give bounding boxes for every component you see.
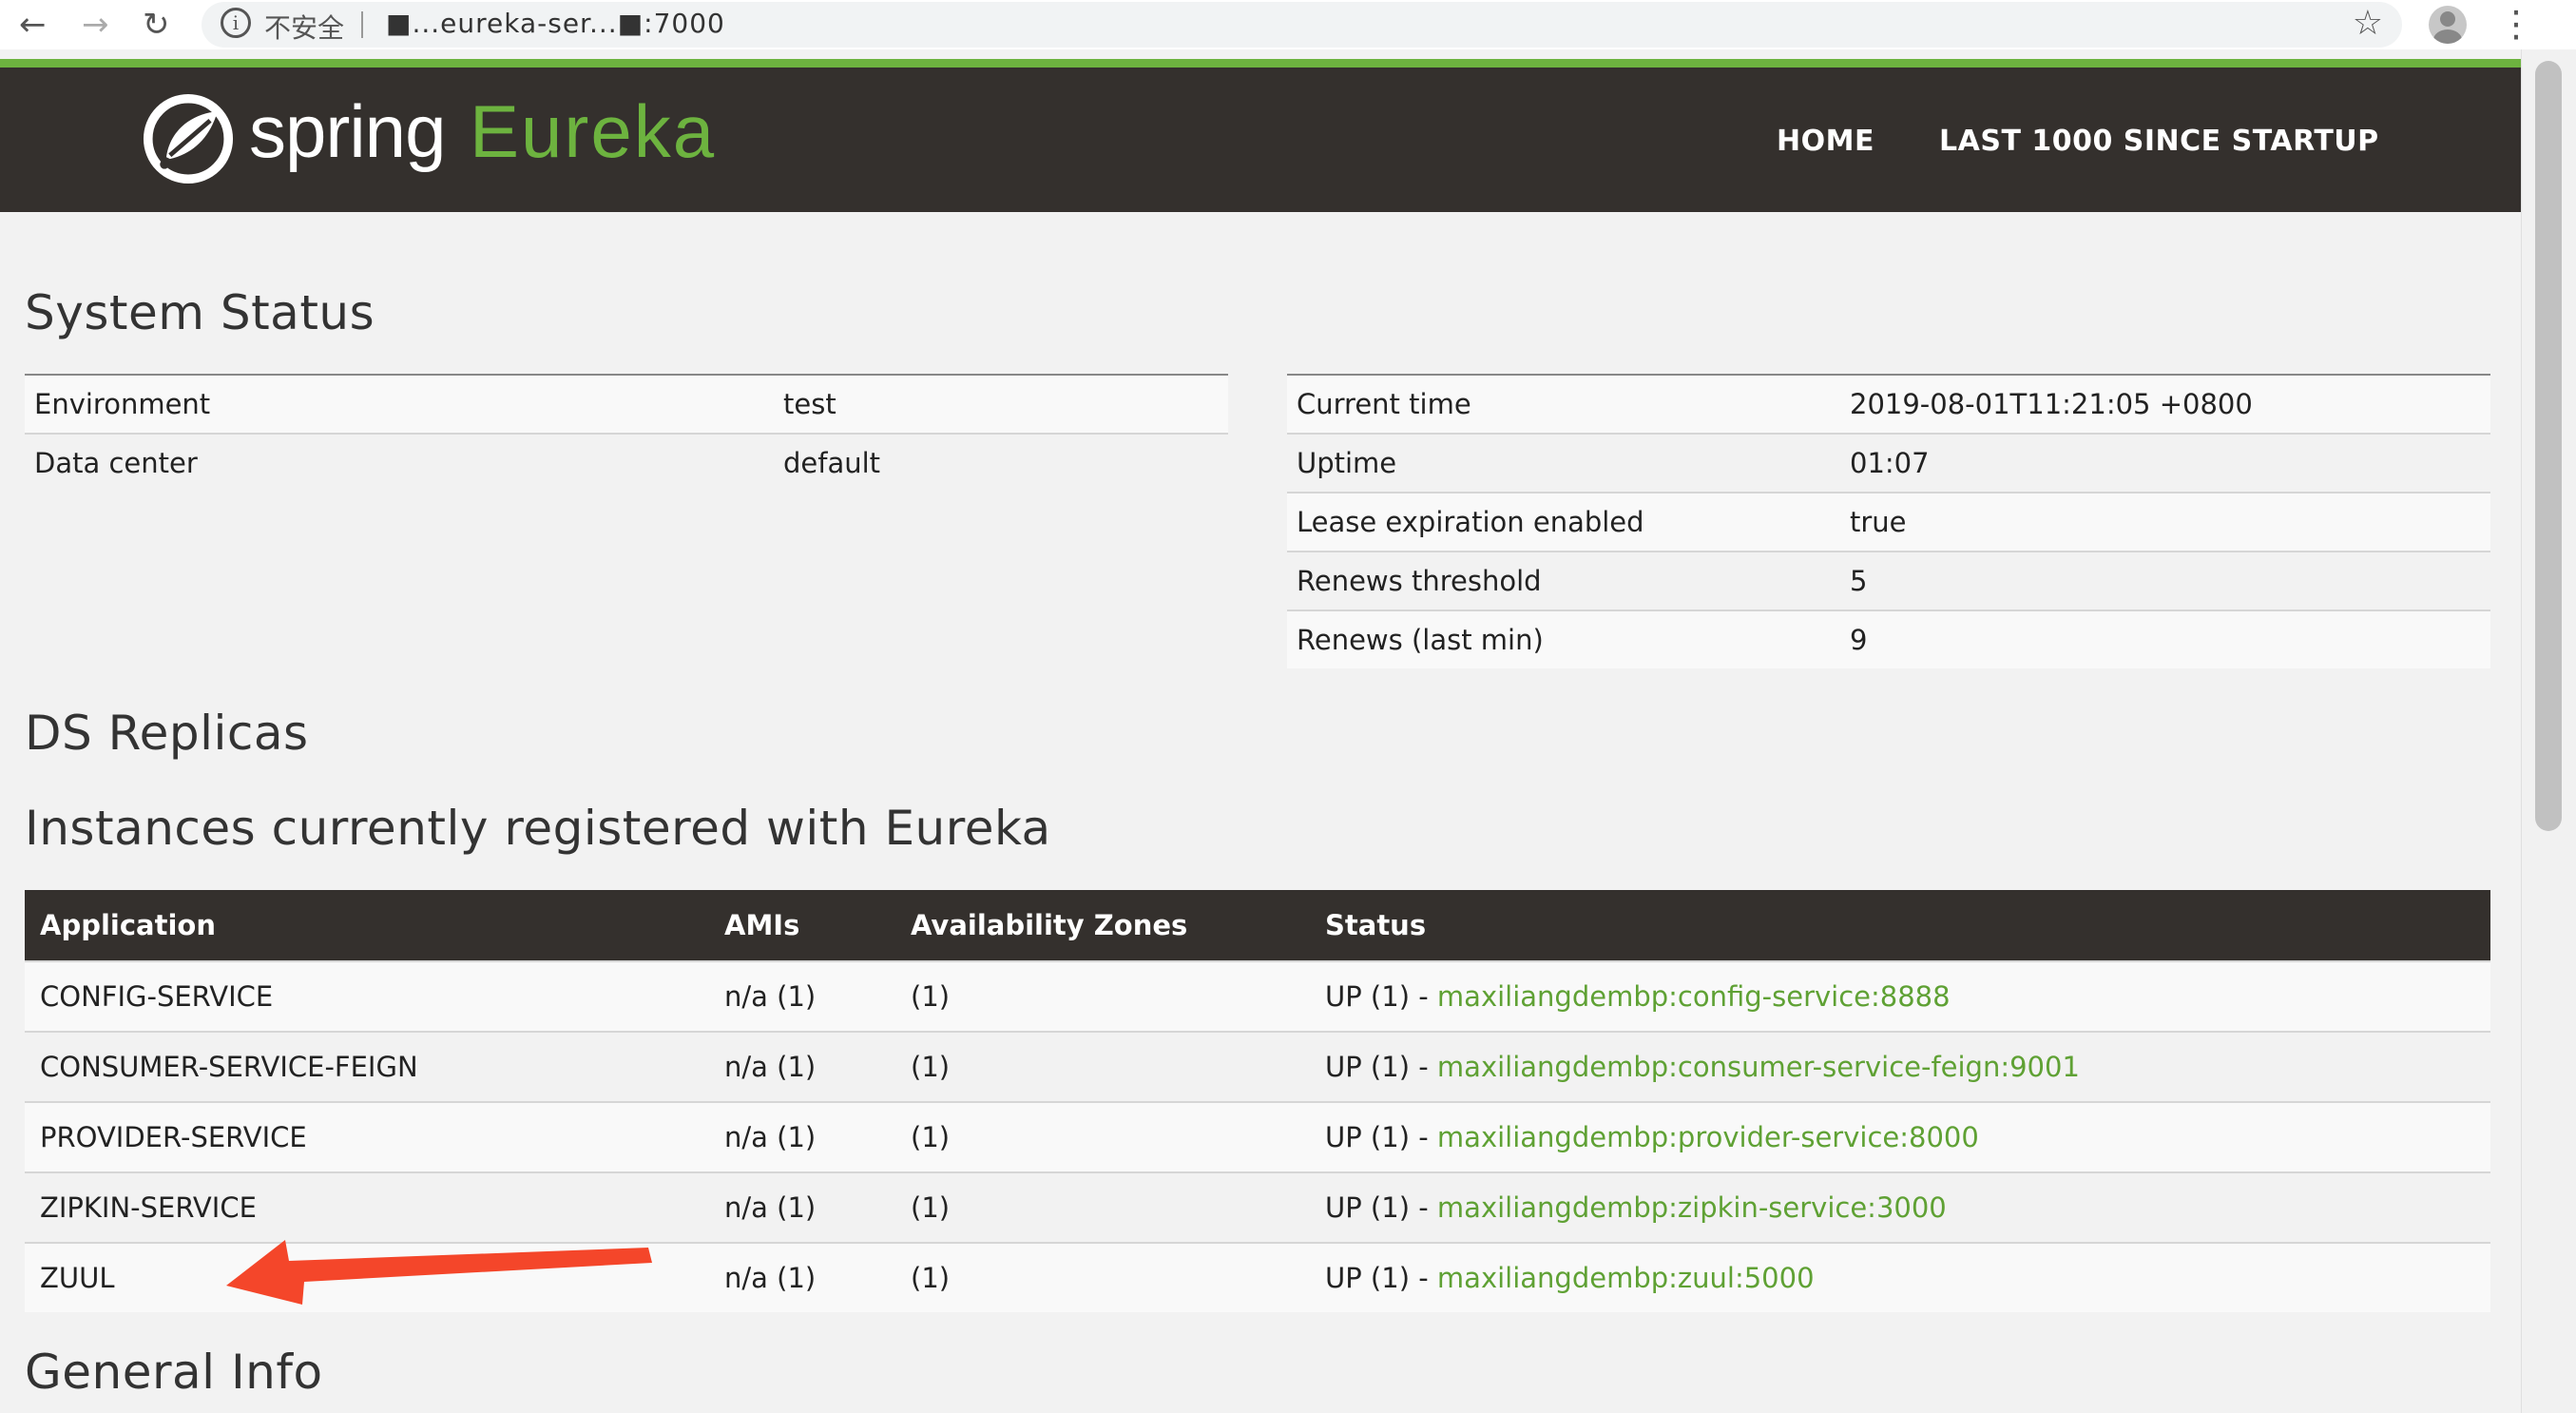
ds-replicas-title: DS Replicas xyxy=(25,706,309,761)
column-header-status: Status xyxy=(1310,890,2490,961)
status-cell: UP (1) - maxiliangdembp:provider-service… xyxy=(1310,1101,2490,1172)
status-value: true xyxy=(1840,492,2490,552)
system-status-title: System Status xyxy=(25,285,375,340)
browser-toolbar: ← → ↻ i 不安全 ■...eureka-ser...■:7000 ☆ ⋮ xyxy=(0,0,2576,49)
divider xyxy=(361,11,363,38)
reload-icon[interactable]: ↻ xyxy=(143,4,170,46)
instance-link[interactable]: maxiliangdembp:provider-service:8000 xyxy=(1437,1121,1979,1153)
profile-avatar-icon[interactable] xyxy=(2429,6,2467,44)
application-name: ZUUL xyxy=(25,1242,709,1312)
column-header-zones: Availability Zones xyxy=(895,890,1310,961)
status-key: Renews threshold xyxy=(1287,551,1840,610)
table-header-row: Application AMIs Availability Zones Stat… xyxy=(25,890,2490,961)
zones-value: (1) xyxy=(895,1171,1310,1243)
table-row: ZUUL n/a (1) (1) UP (1) - maxiliangdembp… xyxy=(25,1242,2490,1312)
instance-link[interactable]: maxiliangdembp:consumer-service-feign:90… xyxy=(1437,1051,2080,1083)
status-cell: UP (1) - maxiliangdembp:consumer-service… xyxy=(1310,1031,2490,1102)
zones-value: (1) xyxy=(895,1242,1310,1312)
back-arrow-icon[interactable]: ← xyxy=(19,4,47,46)
table-row: Uptime 01:07 xyxy=(1287,433,2490,493)
page-scrollbar[interactable] xyxy=(2521,49,2576,1413)
status-value: 2019-08-01T11:21:05 +0800 xyxy=(1840,374,2490,434)
table-row: CONSUMER-SERVICE-FEIGN n/a (1) (1) UP (1… xyxy=(25,1031,2490,1102)
status-text: UP (1) - xyxy=(1325,1262,1437,1294)
application-name: PROVIDER-SERVICE xyxy=(25,1101,709,1172)
amis-value: n/a (1) xyxy=(709,960,895,1032)
zones-value: (1) xyxy=(895,1031,1310,1102)
status-key: Environment xyxy=(25,374,774,434)
nav-home[interactable]: HOME xyxy=(1777,125,1874,158)
general-info-title: General Info xyxy=(25,1345,323,1400)
table-row: PROVIDER-SERVICE n/a (1) (1) UP (1) - ma… xyxy=(25,1101,2490,1172)
status-cell: UP (1) - maxiliangdembp:zipkin-service:3… xyxy=(1310,1171,2490,1243)
status-value: default xyxy=(774,433,1228,492)
status-key: Current time xyxy=(1287,374,1840,434)
zones-value: (1) xyxy=(895,1101,1310,1172)
instances-table: Application AMIs Availability Zones Stat… xyxy=(25,890,2490,1312)
amis-value: n/a (1) xyxy=(709,1031,895,1102)
system-status-left-table: Environment test Data center default xyxy=(25,374,1228,492)
menu-kebab-icon[interactable]: ⋮ xyxy=(2498,0,2534,48)
status-key: Uptime xyxy=(1287,433,1840,493)
table-row: ZIPKIN-SERVICE n/a (1) (1) UP (1) - maxi… xyxy=(25,1171,2490,1243)
amis-value: n/a (1) xyxy=(709,1171,895,1243)
scrollbar-thumb[interactable] xyxy=(2535,61,2562,831)
table-row: CONFIG-SERVICE n/a (1) (1) UP (1) - maxi… xyxy=(25,960,2490,1032)
security-label: 不安全 xyxy=(264,12,345,44)
instance-link[interactable]: maxiliangdembp:config-service:8888 xyxy=(1437,980,1951,1013)
address-bar[interactable]: i 不安全 ■...eureka-ser...■:7000 ☆ xyxy=(202,2,2402,48)
status-text: UP (1) - xyxy=(1325,1191,1437,1224)
status-value: 5 xyxy=(1840,551,2490,610)
instance-link[interactable]: maxiliangdembp:zipkin-service:3000 xyxy=(1437,1191,1947,1224)
column-header-application: Application xyxy=(25,890,709,961)
table-row: Current time 2019-08-01T11:21:05 +0800 xyxy=(1287,374,2490,434)
table-row: Renews threshold 5 xyxy=(1287,551,2490,610)
status-key: Renews (last min) xyxy=(1287,610,1840,668)
amis-value: n/a (1) xyxy=(709,1101,895,1172)
status-value: 9 xyxy=(1840,610,2490,668)
brand-spring: spring xyxy=(249,89,446,173)
site-header: spring Eureka HOME LAST 1000 SINCE START… xyxy=(0,68,2521,212)
application-name: CONFIG-SERVICE xyxy=(25,960,709,1032)
status-key: Data center xyxy=(25,433,774,492)
status-value: test xyxy=(774,374,1228,434)
brand-eureka: Eureka xyxy=(470,89,717,173)
spring-leaf-logo-icon xyxy=(143,93,234,184)
column-header-amis: AMIs xyxy=(709,890,895,961)
status-value: 01:07 xyxy=(1840,433,2490,493)
status-text: UP (1) - xyxy=(1325,1121,1437,1153)
instances-title: Instances currently registered with Eure… xyxy=(25,801,1051,856)
status-text: UP (1) - xyxy=(1325,980,1437,1013)
forward-arrow-icon[interactable]: → xyxy=(82,4,109,46)
system-status-right-table: Current time 2019-08-01T11:21:05 +0800 U… xyxy=(1287,374,2490,668)
application-name: CONSUMER-SERVICE-FEIGN xyxy=(25,1031,709,1102)
table-row: Environment test xyxy=(25,374,1228,434)
application-name: ZIPKIN-SERVICE xyxy=(25,1171,709,1243)
status-key: Lease expiration enabled xyxy=(1287,492,1840,552)
table-row: Data center default xyxy=(25,433,1228,492)
status-text: UP (1) - xyxy=(1325,1051,1437,1083)
bookmark-star-icon[interactable]: ☆ xyxy=(2353,4,2383,43)
info-icon[interactable]: i xyxy=(221,8,251,38)
url-text[interactable]: ■...eureka-ser...■:7000 xyxy=(386,8,725,39)
table-row: Renews (last min) 9 xyxy=(1287,610,2490,668)
instance-link[interactable]: maxiliangdembp:zuul:5000 xyxy=(1437,1262,1815,1294)
accent-line xyxy=(0,59,2521,68)
nav-last-1000[interactable]: LAST 1000 SINCE STARTUP xyxy=(1939,125,2379,158)
zones-value: (1) xyxy=(895,960,1310,1032)
table-row: Lease expiration enabled true xyxy=(1287,492,2490,552)
status-cell: UP (1) - maxiliangdembp:zuul:5000 xyxy=(1310,1242,2490,1312)
status-cell: UP (1) - maxiliangdembp:config-service:8… xyxy=(1310,960,2490,1032)
amis-value: n/a (1) xyxy=(709,1242,895,1312)
